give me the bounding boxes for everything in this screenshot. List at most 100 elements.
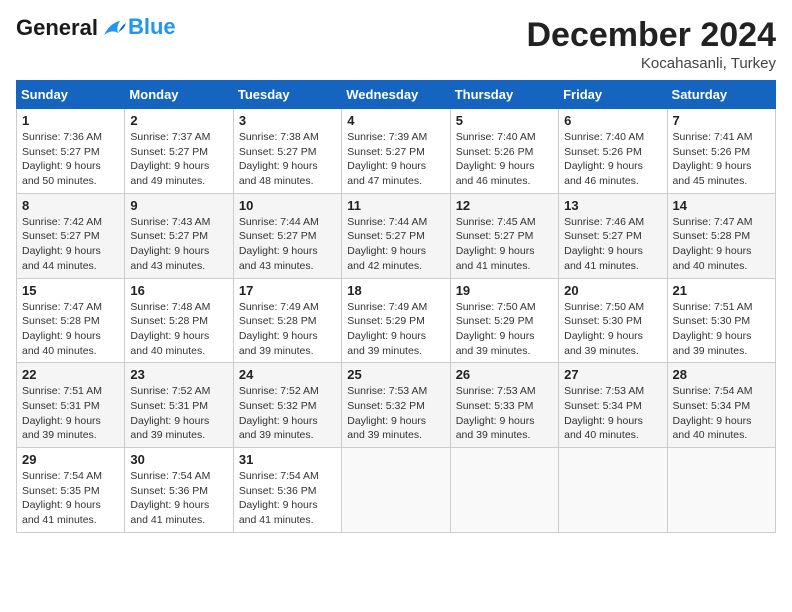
sunrise-label: Sunrise: 7:51 AM (22, 385, 102, 397)
sunset-label: Sunset: 5:32 PM (347, 400, 425, 412)
day-number: 20 (564, 283, 661, 298)
sunset-label: Sunset: 5:31 PM (130, 400, 208, 412)
day-info: Sunrise: 7:54 AM Sunset: 5:34 PM Dayligh… (673, 384, 770, 443)
day-info: Sunrise: 7:36 AM Sunset: 5:27 PM Dayligh… (22, 130, 119, 189)
col-thursday: Thursday (450, 81, 558, 109)
daylight-label: Daylight: 9 hours and 40 minutes. (564, 415, 643, 442)
calendar-cell: 10 Sunrise: 7:44 AM Sunset: 5:27 PM Dayl… (233, 193, 341, 278)
day-number: 18 (347, 283, 444, 298)
day-number: 3 (239, 113, 336, 128)
sunset-label: Sunset: 5:32 PM (239, 400, 317, 412)
day-number: 28 (673, 367, 770, 382)
day-number: 26 (456, 367, 553, 382)
calendar-cell: 19 Sunrise: 7:50 AM Sunset: 5:29 PM Dayl… (450, 278, 558, 363)
daylight-label: Daylight: 9 hours and 42 minutes. (347, 245, 426, 272)
sunset-label: Sunset: 5:27 PM (239, 230, 317, 242)
col-tuesday: Tuesday (233, 81, 341, 109)
calendar-cell: 23 Sunrise: 7:52 AM Sunset: 5:31 PM Dayl… (125, 363, 233, 448)
day-number: 23 (130, 367, 227, 382)
day-number: 27 (564, 367, 661, 382)
daylight-label: Daylight: 9 hours and 40 minutes. (22, 330, 101, 357)
day-info: Sunrise: 7:43 AM Sunset: 5:27 PM Dayligh… (130, 215, 227, 274)
calendar-cell: 20 Sunrise: 7:50 AM Sunset: 5:30 PM Dayl… (559, 278, 667, 363)
day-info: Sunrise: 7:45 AM Sunset: 5:27 PM Dayligh… (456, 215, 553, 274)
calendar-week-row: 1 Sunrise: 7:36 AM Sunset: 5:27 PM Dayli… (17, 109, 776, 194)
day-info: Sunrise: 7:47 AM Sunset: 5:28 PM Dayligh… (673, 215, 770, 274)
sunset-label: Sunset: 5:27 PM (347, 146, 425, 158)
calendar-cell: 18 Sunrise: 7:49 AM Sunset: 5:29 PM Dayl… (342, 278, 450, 363)
day-number: 1 (22, 113, 119, 128)
sunset-label: Sunset: 5:27 PM (130, 230, 208, 242)
day-number: 4 (347, 113, 444, 128)
day-info: Sunrise: 7:51 AM Sunset: 5:30 PM Dayligh… (673, 300, 770, 359)
daylight-label: Daylight: 9 hours and 39 minutes. (239, 330, 318, 357)
day-info: Sunrise: 7:49 AM Sunset: 5:28 PM Dayligh… (239, 300, 336, 359)
calendar-cell: 2 Sunrise: 7:37 AM Sunset: 5:27 PM Dayli… (125, 109, 233, 194)
sunrise-label: Sunrise: 7:38 AM (239, 131, 319, 143)
daylight-label: Daylight: 9 hours and 39 minutes. (347, 330, 426, 357)
day-number: 19 (456, 283, 553, 298)
day-number: 31 (239, 452, 336, 467)
sunrise-label: Sunrise: 7:49 AM (239, 301, 319, 313)
day-info: Sunrise: 7:42 AM Sunset: 5:27 PM Dayligh… (22, 215, 119, 274)
sunset-label: Sunset: 5:27 PM (239, 146, 317, 158)
day-number: 22 (22, 367, 119, 382)
sunrise-label: Sunrise: 7:37 AM (130, 131, 210, 143)
sunrise-label: Sunrise: 7:48 AM (130, 301, 210, 313)
calendar-cell: 9 Sunrise: 7:43 AM Sunset: 5:27 PM Dayli… (125, 193, 233, 278)
col-friday: Friday (559, 81, 667, 109)
sunrise-label: Sunrise: 7:36 AM (22, 131, 102, 143)
calendar-week-row: 29 Sunrise: 7:54 AM Sunset: 5:35 PM Dayl… (17, 448, 776, 533)
calendar-cell: 22 Sunrise: 7:51 AM Sunset: 5:31 PM Dayl… (17, 363, 125, 448)
day-info: Sunrise: 7:47 AM Sunset: 5:28 PM Dayligh… (22, 300, 119, 359)
calendar-cell (559, 448, 667, 533)
sunset-label: Sunset: 5:28 PM (22, 315, 100, 327)
day-info: Sunrise: 7:53 AM Sunset: 5:34 PM Dayligh… (564, 384, 661, 443)
calendar-cell: 21 Sunrise: 7:51 AM Sunset: 5:30 PM Dayl… (667, 278, 775, 363)
calendar-cell: 13 Sunrise: 7:46 AM Sunset: 5:27 PM Dayl… (559, 193, 667, 278)
day-info: Sunrise: 7:37 AM Sunset: 5:27 PM Dayligh… (130, 130, 227, 189)
calendar-cell (450, 448, 558, 533)
calendar-cell: 3 Sunrise: 7:38 AM Sunset: 5:27 PM Dayli… (233, 109, 341, 194)
sunset-label: Sunset: 5:27 PM (456, 230, 534, 242)
logo-blue: Blue (128, 14, 176, 40)
daylight-label: Daylight: 9 hours and 40 minutes. (130, 330, 209, 357)
logo-text: General (16, 16, 128, 41)
month-title: December 2024 (526, 16, 776, 55)
sunrise-label: Sunrise: 7:51 AM (673, 301, 753, 313)
title-block: December 2024 Kocahasanli, Turkey (526, 16, 776, 72)
sunrise-label: Sunrise: 7:52 AM (130, 385, 210, 397)
col-monday: Monday (125, 81, 233, 109)
day-number: 8 (22, 198, 119, 213)
sunset-label: Sunset: 5:30 PM (673, 315, 751, 327)
calendar-cell: 26 Sunrise: 7:53 AM Sunset: 5:33 PM Dayl… (450, 363, 558, 448)
sunset-label: Sunset: 5:35 PM (22, 485, 100, 497)
sunset-label: Sunset: 5:27 PM (347, 230, 425, 242)
sunset-label: Sunset: 5:27 PM (22, 146, 100, 158)
calendar-cell (342, 448, 450, 533)
calendar-cell: 30 Sunrise: 7:54 AM Sunset: 5:36 PM Dayl… (125, 448, 233, 533)
daylight-label: Daylight: 9 hours and 41 minutes. (130, 499, 209, 526)
sunset-label: Sunset: 5:27 PM (22, 230, 100, 242)
daylight-label: Daylight: 9 hours and 47 minutes. (347, 160, 426, 187)
calendar-cell: 28 Sunrise: 7:54 AM Sunset: 5:34 PM Dayl… (667, 363, 775, 448)
sunset-label: Sunset: 5:26 PM (673, 146, 751, 158)
calendar-cell: 29 Sunrise: 7:54 AM Sunset: 5:35 PM Dayl… (17, 448, 125, 533)
sunset-label: Sunset: 5:33 PM (456, 400, 534, 412)
calendar-cell: 14 Sunrise: 7:47 AM Sunset: 5:28 PM Dayl… (667, 193, 775, 278)
day-info: Sunrise: 7:53 AM Sunset: 5:32 PM Dayligh… (347, 384, 444, 443)
calendar-week-row: 15 Sunrise: 7:47 AM Sunset: 5:28 PM Dayl… (17, 278, 776, 363)
sunrise-label: Sunrise: 7:47 AM (22, 301, 102, 313)
sunrise-label: Sunrise: 7:54 AM (130, 470, 210, 482)
sunrise-label: Sunrise: 7:53 AM (456, 385, 536, 397)
sunrise-label: Sunrise: 7:54 AM (673, 385, 753, 397)
page-header: General Blue December 2024 Kocahasanli, … (16, 16, 776, 72)
sunrise-label: Sunrise: 7:50 AM (564, 301, 644, 313)
calendar-cell: 11 Sunrise: 7:44 AM Sunset: 5:27 PM Dayl… (342, 193, 450, 278)
calendar-cell: 24 Sunrise: 7:52 AM Sunset: 5:32 PM Dayl… (233, 363, 341, 448)
sunrise-label: Sunrise: 7:45 AM (456, 216, 536, 228)
sunrise-label: Sunrise: 7:40 AM (564, 131, 644, 143)
day-number: 25 (347, 367, 444, 382)
sunset-label: Sunset: 5:28 PM (673, 230, 751, 242)
daylight-label: Daylight: 9 hours and 40 minutes. (673, 415, 752, 442)
